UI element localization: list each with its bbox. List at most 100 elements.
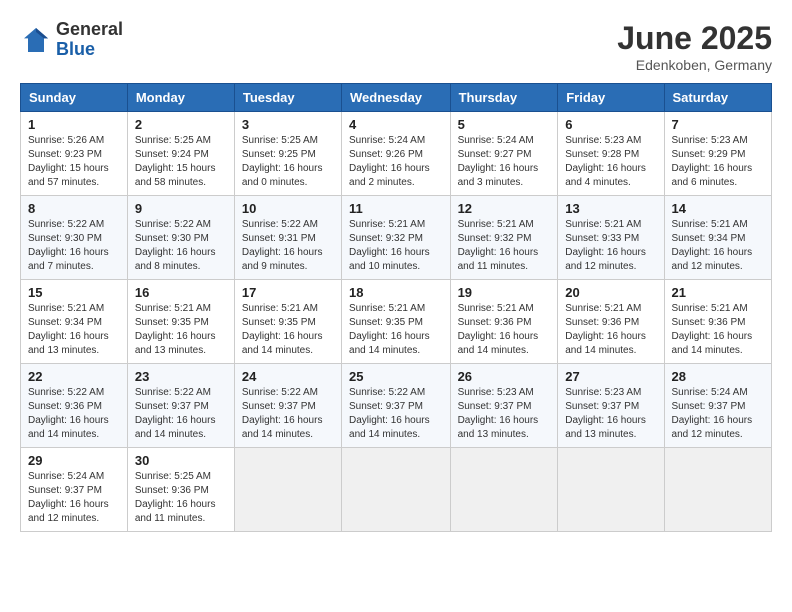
day-number: 20 <box>565 285 656 300</box>
calendar: SundayMondayTuesdayWednesdayThursdayFrid… <box>20 83 772 532</box>
calendar-cell: 16 Sunrise: 5:21 AMSunset: 9:35 PMDayligh… <box>127 280 234 364</box>
day-info: Sunrise: 5:21 AMSunset: 9:34 PMDaylight:… <box>28 302 120 358</box>
day-info: Sunrise: 5:25 AMSunset: 9:36 PMDaylight:… <box>135 470 227 526</box>
calendar-week-row: 1 Sunrise: 5:26 AMSunset: 9:23 PMDaylight… <box>21 112 772 196</box>
day-of-week-header: Wednesday <box>342 84 451 112</box>
calendar-cell: 10 Sunrise: 5:22 AMSunset: 9:31 PMDayligh… <box>234 196 341 280</box>
location: Edenkoben, Germany <box>617 57 772 73</box>
day-info: Sunrise: 5:21 AMSunset: 9:36 PMDaylight:… <box>565 302 656 358</box>
day-info: Sunrise: 5:23 AMSunset: 9:28 PMDaylight:… <box>565 134 656 190</box>
day-number: 23 <box>135 369 227 384</box>
calendar-cell: 2 Sunrise: 5:25 AMSunset: 9:24 PMDaylight… <box>127 112 234 196</box>
day-info: Sunrise: 5:25 AMSunset: 9:25 PMDaylight:… <box>242 134 334 190</box>
day-number: 16 <box>135 285 227 300</box>
calendar-cell: 14 Sunrise: 5:21 AMSunset: 9:34 PMDayligh… <box>664 196 771 280</box>
calendar-cell: 13 Sunrise: 5:21 AMSunset: 9:33 PMDayligh… <box>558 196 664 280</box>
day-info: Sunrise: 5:24 AMSunset: 9:37 PMDaylight:… <box>28 470 120 526</box>
calendar-cell: 12Sunrise: 5:21 AMSunset: 9:32 PMDayligh… <box>450 196 558 280</box>
day-info: Sunrise: 5:25 AMSunset: 9:24 PMDaylight:… <box>135 134 227 190</box>
calendar-cell: 15 Sunrise: 5:21 AMSunset: 9:34 PMDayligh… <box>21 280 128 364</box>
day-number: 30 <box>135 453 227 468</box>
calendar-week-row: 29 Sunrise: 5:24 AMSunset: 9:37 PMDayligh… <box>21 448 772 532</box>
day-of-week-header: Monday <box>127 84 234 112</box>
day-info: Sunrise: 5:22 AMSunset: 9:37 PMDaylight:… <box>135 386 227 442</box>
day-info: Sunrise: 5:21 AMSunset: 9:35 PMDaylight:… <box>349 302 443 358</box>
day-number: 5 <box>458 117 551 132</box>
day-number: 2 <box>135 117 227 132</box>
logo-icon <box>20 24 52 56</box>
calendar-cell: 18 Sunrise: 5:21 AMSunset: 9:35 PMDayligh… <box>342 280 451 364</box>
day-info: Sunrise: 5:24 AMSunset: 9:26 PMDaylight:… <box>349 134 443 190</box>
day-number: 15 <box>28 285 120 300</box>
day-number: 11 <box>349 201 443 216</box>
day-number: 13 <box>565 201 656 216</box>
day-of-week-header: Sunday <box>21 84 128 112</box>
day-info: Sunrise: 5:24 AMSunset: 9:37 PMDaylight:… <box>672 386 764 442</box>
day-number: 4 <box>349 117 443 132</box>
day-of-week-header: Thursday <box>450 84 558 112</box>
day-info: Sunrise: 5:23 AMSunset: 9:37 PMDaylight:… <box>565 386 656 442</box>
calendar-cell: 5 Sunrise: 5:24 AMSunset: 9:27 PMDaylight… <box>450 112 558 196</box>
calendar-cell: 19Sunrise: 5:21 AMSunset: 9:36 PMDayligh… <box>450 280 558 364</box>
day-number: 27 <box>565 369 656 384</box>
day-of-week-header: Saturday <box>664 84 771 112</box>
day-number: 26 <box>458 369 551 384</box>
calendar-cell <box>450 448 558 532</box>
calendar-week-row: 22Sunrise: 5:22 AMSunset: 9:36 PMDayligh… <box>21 364 772 448</box>
calendar-cell: 8Sunrise: 5:22 AMSunset: 9:30 PMDaylight… <box>21 196 128 280</box>
day-number: 24 <box>242 369 334 384</box>
month-title: June 2025 <box>617 20 772 57</box>
day-number: 25 <box>349 369 443 384</box>
day-number: 14 <box>672 201 764 216</box>
day-number: 28 <box>672 369 764 384</box>
day-info: Sunrise: 5:24 AMSunset: 9:27 PMDaylight:… <box>458 134 551 190</box>
day-of-week-header: Friday <box>558 84 664 112</box>
calendar-week-row: 8Sunrise: 5:22 AMSunset: 9:30 PMDaylight… <box>21 196 772 280</box>
day-number: 17 <box>242 285 334 300</box>
day-of-week-header: Tuesday <box>234 84 341 112</box>
day-info: Sunrise: 5:21 AMSunset: 9:35 PMDaylight:… <box>135 302 227 358</box>
day-info: Sunrise: 5:22 AMSunset: 9:36 PMDaylight:… <box>28 386 120 442</box>
day-number: 21 <box>672 285 764 300</box>
calendar-cell: 7Sunrise: 5:23 AMSunset: 9:29 PMDaylight… <box>664 112 771 196</box>
calendar-cell: 9Sunrise: 5:22 AMSunset: 9:30 PMDaylight… <box>127 196 234 280</box>
day-info: Sunrise: 5:22 AMSunset: 9:30 PMDaylight:… <box>135 218 227 274</box>
calendar-cell: 6 Sunrise: 5:23 AMSunset: 9:28 PMDaylight… <box>558 112 664 196</box>
calendar-cell <box>342 448 451 532</box>
day-number: 29 <box>28 453 120 468</box>
day-number: 18 <box>349 285 443 300</box>
calendar-cell: 26Sunrise: 5:23 AMSunset: 9:37 PMDayligh… <box>450 364 558 448</box>
calendar-cell: 30 Sunrise: 5:25 AMSunset: 9:36 PMDayligh… <box>127 448 234 532</box>
calendar-cell: 22Sunrise: 5:22 AMSunset: 9:36 PMDayligh… <box>21 364 128 448</box>
day-info: Sunrise: 5:22 AMSunset: 9:30 PMDaylight:… <box>28 218 120 274</box>
day-info: Sunrise: 5:22 AMSunset: 9:31 PMDaylight:… <box>242 218 334 274</box>
calendar-cell: 4 Sunrise: 5:24 AMSunset: 9:26 PMDaylight… <box>342 112 451 196</box>
header: General Blue June 2025 Edenkoben, German… <box>20 20 772 73</box>
day-number: 3 <box>242 117 334 132</box>
calendar-cell <box>558 448 664 532</box>
day-info: Sunrise: 5:21 AMSunset: 9:36 PMDaylight:… <box>672 302 764 358</box>
day-number: 19 <box>458 285 551 300</box>
day-info: Sunrise: 5:21 AMSunset: 9:32 PMDaylight:… <box>349 218 443 274</box>
day-info: Sunrise: 5:21 AMSunset: 9:33 PMDaylight:… <box>565 218 656 274</box>
calendar-cell: 20 Sunrise: 5:21 AMSunset: 9:36 PMDayligh… <box>558 280 664 364</box>
calendar-week-row: 15 Sunrise: 5:21 AMSunset: 9:34 PMDayligh… <box>21 280 772 364</box>
day-info: Sunrise: 5:23 AMSunset: 9:29 PMDaylight:… <box>672 134 764 190</box>
calendar-header-row: SundayMondayTuesdayWednesdayThursdayFrid… <box>21 84 772 112</box>
calendar-cell: 28 Sunrise: 5:24 AMSunset: 9:37 PMDayligh… <box>664 364 771 448</box>
logo: General Blue <box>20 20 123 60</box>
day-number: 6 <box>565 117 656 132</box>
calendar-cell <box>664 448 771 532</box>
day-info: Sunrise: 5:22 AMSunset: 9:37 PMDaylight:… <box>349 386 443 442</box>
calendar-cell: 11 Sunrise: 5:21 AMSunset: 9:32 PMDayligh… <box>342 196 451 280</box>
calendar-cell: 24Sunrise: 5:22 AMSunset: 9:37 PMDayligh… <box>234 364 341 448</box>
logo-text: General Blue <box>56 20 123 60</box>
day-number: 10 <box>242 201 334 216</box>
day-info: Sunrise: 5:26 AMSunset: 9:23 PMDaylight:… <box>28 134 120 190</box>
day-number: 1 <box>28 117 120 132</box>
calendar-cell: 17Sunrise: 5:21 AMSunset: 9:35 PMDayligh… <box>234 280 341 364</box>
calendar-cell: 29 Sunrise: 5:24 AMSunset: 9:37 PMDayligh… <box>21 448 128 532</box>
calendar-cell: 1 Sunrise: 5:26 AMSunset: 9:23 PMDaylight… <box>21 112 128 196</box>
day-info: Sunrise: 5:21 AMSunset: 9:34 PMDaylight:… <box>672 218 764 274</box>
calendar-cell: 23 Sunrise: 5:22 AMSunset: 9:37 PMDayligh… <box>127 364 234 448</box>
